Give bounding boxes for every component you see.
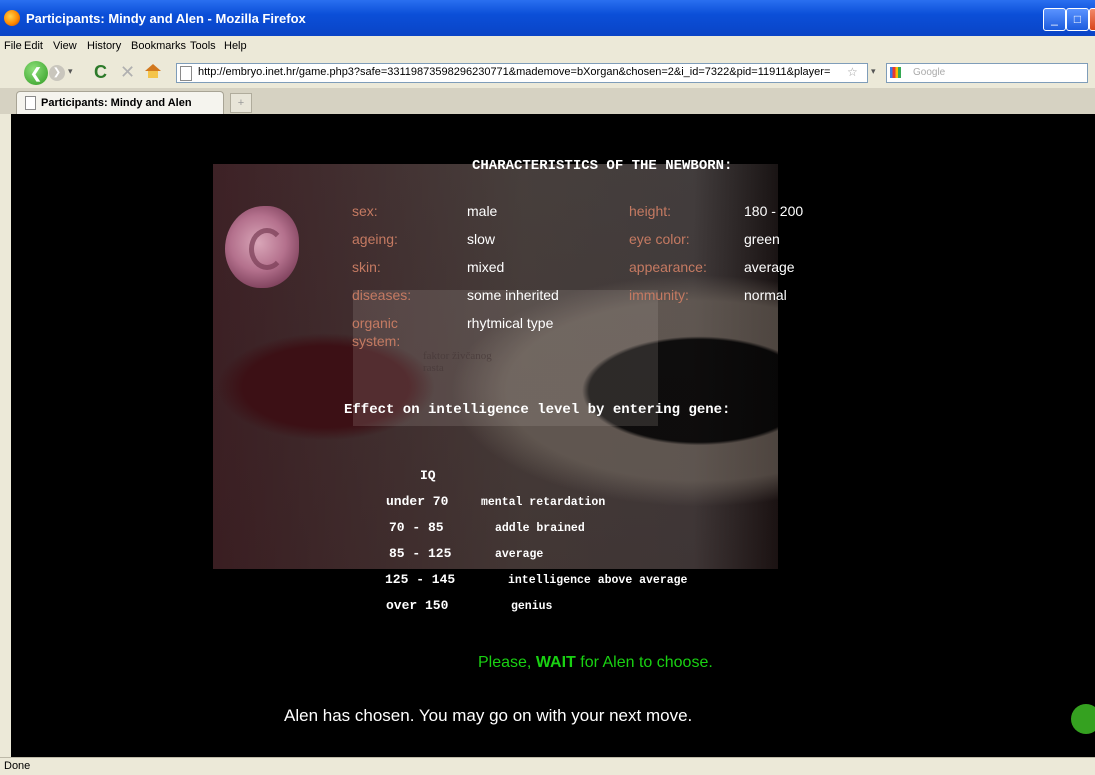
trait-label: sex: bbox=[352, 203, 378, 219]
trait-value: mixed bbox=[467, 259, 505, 275]
url-dropdown-icon[interactable]: ▾ bbox=[871, 66, 876, 77]
title-bar: Participants: Mindy and Alen - Mozilla F… bbox=[0, 0, 1095, 36]
iq-range: over 150 bbox=[386, 598, 449, 613]
search-placeholder: Google bbox=[913, 67, 946, 78]
trait-label: immunity: bbox=[629, 287, 689, 303]
navigation-toolbar: ❮ ❯ ▾ C ✕ http://embryo.inet.hr/game.php… bbox=[0, 58, 1095, 89]
maximize-button[interactable]: □ bbox=[1066, 8, 1089, 31]
window-title: Participants: Mindy and Alen - Mozilla F… bbox=[26, 11, 306, 26]
status-bar: Done bbox=[0, 757, 1095, 775]
menu-file[interactable]: File bbox=[4, 40, 22, 52]
google-icon[interactable] bbox=[890, 67, 901, 78]
window-frame bbox=[0, 114, 11, 757]
menu-view[interactable]: View bbox=[53, 40, 77, 52]
stop-icon[interactable]: ✕ bbox=[120, 62, 135, 83]
history-dropdown-icon[interactable]: ▾ bbox=[68, 66, 73, 77]
page-content: faktor živčanog rasta CHARACTERISTICS OF… bbox=[11, 114, 1095, 757]
iq-heading: IQ bbox=[420, 468, 436, 483]
forward-arrow-icon[interactable]: ❯ bbox=[49, 65, 65, 81]
iq-range: 85 - 125 bbox=[389, 546, 452, 561]
bookmark-star-icon[interactable]: ☆ bbox=[847, 65, 858, 79]
iq-range: under 70 bbox=[386, 494, 449, 509]
menu-bar: File Edit View History Bookmarks Tools H… bbox=[0, 36, 1095, 58]
trait-label: ageing: bbox=[352, 231, 398, 247]
home-icon[interactable] bbox=[145, 64, 161, 78]
next-move-button[interactable] bbox=[1071, 704, 1095, 734]
trait-label: appearance: bbox=[629, 259, 707, 275]
menu-bookmarks[interactable]: Bookmarks bbox=[131, 40, 186, 52]
trait-label: height: bbox=[629, 203, 672, 219]
trait-value: green bbox=[744, 231, 780, 247]
iq-range: 70 - 85 bbox=[389, 520, 444, 535]
page-icon bbox=[25, 96, 36, 110]
tab-bar: Participants: Mindy and Alen + bbox=[0, 88, 1095, 114]
close-button[interactable]: × bbox=[1089, 8, 1095, 31]
new-tab-button[interactable]: + bbox=[230, 93, 252, 113]
iq-description: average bbox=[495, 548, 544, 561]
trait-value: normal bbox=[744, 287, 787, 303]
effect-heading: Effect on intelligence level by entering… bbox=[344, 402, 731, 418]
menu-edit[interactable]: Edit bbox=[24, 40, 43, 52]
reload-icon[interactable]: C bbox=[94, 62, 107, 83]
iq-description: addle brained bbox=[495, 522, 585, 535]
url-field[interactable]: http://embryo.inet.hr/game.php3?safe=331… bbox=[176, 63, 868, 83]
trait-value: rhytmical type bbox=[467, 315, 554, 331]
firefox-icon bbox=[4, 10, 20, 26]
trait-value: slow bbox=[467, 231, 496, 247]
iq-description: mental retardation bbox=[481, 496, 606, 509]
back-arrow-icon[interactable]: ❮ bbox=[24, 61, 48, 85]
menu-help[interactable]: Help bbox=[224, 40, 247, 52]
trait-value: 180 - 200 bbox=[744, 203, 804, 219]
page-title: CHARACTERISTICS OF THE NEWBORN: bbox=[472, 158, 733, 174]
page-icon bbox=[180, 66, 192, 81]
trait-value: average bbox=[744, 259, 795, 275]
trait-label: organic system: bbox=[352, 315, 401, 349]
tab-label: Participants: Mindy and Alen bbox=[41, 97, 192, 109]
search-input[interactable]: Google bbox=[886, 63, 1088, 83]
chosen-message: Alen has chosen. You may go on with your… bbox=[284, 706, 693, 725]
menu-tools[interactable]: Tools bbox=[190, 40, 216, 52]
trait-value: some inherited bbox=[467, 287, 559, 303]
wait-message: Please, WAIT for Alen to choose. bbox=[478, 654, 713, 671]
embryo-image bbox=[217, 198, 301, 292]
status-text: Done bbox=[4, 760, 31, 772]
url-text: http://embryo.inet.hr/game.php3?safe=331… bbox=[198, 66, 831, 78]
menu-history[interactable]: History bbox=[87, 40, 121, 52]
iq-description: intelligence above average bbox=[508, 574, 688, 587]
trait-label: diseases: bbox=[352, 287, 412, 303]
trait-value: male bbox=[467, 203, 498, 219]
trait-label: skin: bbox=[352, 259, 381, 275]
minimize-button[interactable]: _ bbox=[1043, 8, 1066, 31]
background-caption: faktor živčanog rasta bbox=[423, 350, 492, 374]
iq-range: 125 - 145 bbox=[385, 572, 456, 587]
tab-participants[interactable]: Participants: Mindy and Alen bbox=[16, 91, 224, 114]
iq-description: genius bbox=[511, 600, 553, 613]
trait-label: eye color: bbox=[629, 231, 690, 247]
